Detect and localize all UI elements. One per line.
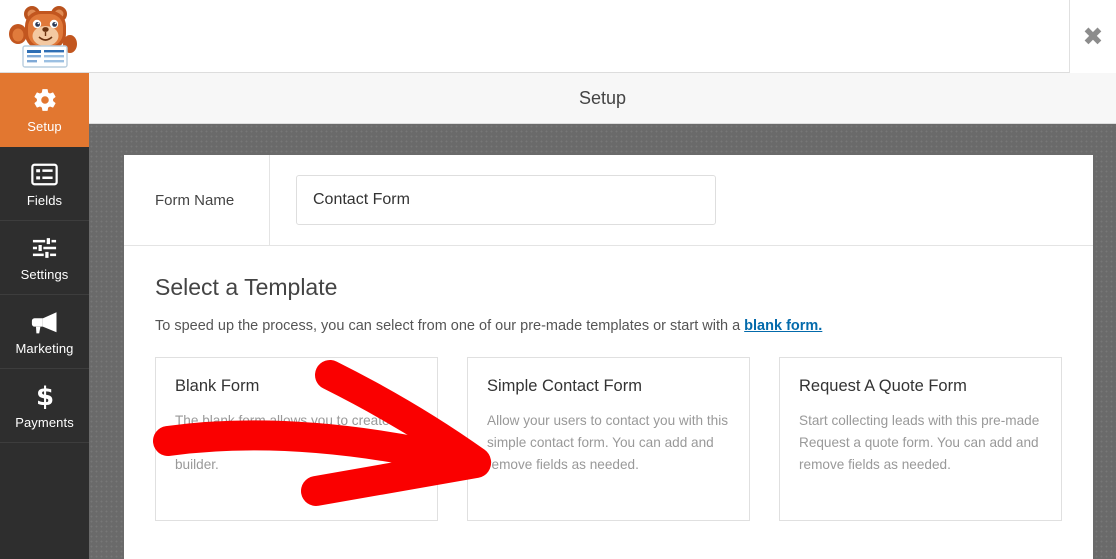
template-card-request-a-quote-form[interactable]: Request A Quote Form Start collecting le… xyxy=(779,357,1062,521)
select-template-heading: Select a Template xyxy=(155,274,338,300)
dollar-icon: $ xyxy=(35,381,55,411)
template-card-blank-form[interactable]: Blank Form The blank form allows you to … xyxy=(155,357,438,521)
gear-icon xyxy=(32,85,58,115)
blank-form-link[interactable]: blank form. xyxy=(744,318,822,334)
select-template-subtitle: To speed up the process, you can select … xyxy=(155,318,1062,334)
sidebar-item-label: Settings xyxy=(20,267,69,282)
sidebar-item-label: Fields xyxy=(26,193,63,208)
panel-header: Setup xyxy=(89,73,1116,124)
form-name-input[interactable] xyxy=(296,175,716,225)
sidebar: Setup Fields Settings Marketing $ Paymen… xyxy=(0,73,89,559)
sidebar-item-settings[interactable]: Settings xyxy=(0,221,89,295)
template-card-description: Allow your users to contact you with thi… xyxy=(487,413,729,472)
template-card-description: The blank form allows you to create any … xyxy=(175,413,416,472)
close-button[interactable]: ✖ xyxy=(1069,0,1116,73)
template-section: Select a Template To speed up the proces… xyxy=(124,246,1093,521)
sidebar-item-marketing[interactable]: Marketing xyxy=(0,295,89,369)
close-icon: ✖ xyxy=(1082,22,1104,51)
form-builder-window: ✖ Setup Fields Settings Marketing $ Paym… xyxy=(0,0,1116,559)
template-card-description: Start collecting leads with this pre-mad… xyxy=(799,413,1040,472)
template-card-simple-contact-form[interactable]: Simple Contact Form Allow your users to … xyxy=(467,357,750,521)
form-name-input-cell xyxy=(270,155,1093,245)
sidebar-item-setup[interactable]: Setup xyxy=(0,73,89,147)
template-card-title: Simple Contact Form xyxy=(487,377,642,395)
list-box-icon xyxy=(31,159,58,189)
svg-text:$: $ xyxy=(35,382,53,410)
sidebar-item-label: Marketing xyxy=(15,341,74,356)
template-card-title: Blank Form xyxy=(175,377,260,395)
form-name-label-cell: Form Name xyxy=(124,155,270,245)
sidebar-item-label: Setup xyxy=(27,119,62,134)
sidebar-item-fields[interactable]: Fields xyxy=(0,147,89,221)
megaphone-icon xyxy=(31,307,59,337)
sidebar-item-label: Payments xyxy=(15,415,74,430)
setup-panel: Form Name Select a Template To speed up … xyxy=(124,155,1093,559)
subtitle-text: To speed up the process, you can select … xyxy=(155,318,745,334)
form-name-label: Form Name xyxy=(155,191,235,209)
sidebar-item-payments[interactable]: $ Payments xyxy=(0,369,89,443)
sliders-icon xyxy=(31,233,58,263)
form-name-row: Form Name xyxy=(124,155,1093,246)
template-grid: Blank Form The blank form allows you to … xyxy=(155,357,1062,521)
top-bar: ✖ xyxy=(0,0,1116,73)
builder-canvas: Form Name Select a Template To speed up … xyxy=(89,124,1116,559)
page-title: Setup xyxy=(578,87,627,108)
wpforms-bear-logo-icon xyxy=(6,4,82,68)
template-card-title: Request A Quote Form xyxy=(799,377,967,395)
